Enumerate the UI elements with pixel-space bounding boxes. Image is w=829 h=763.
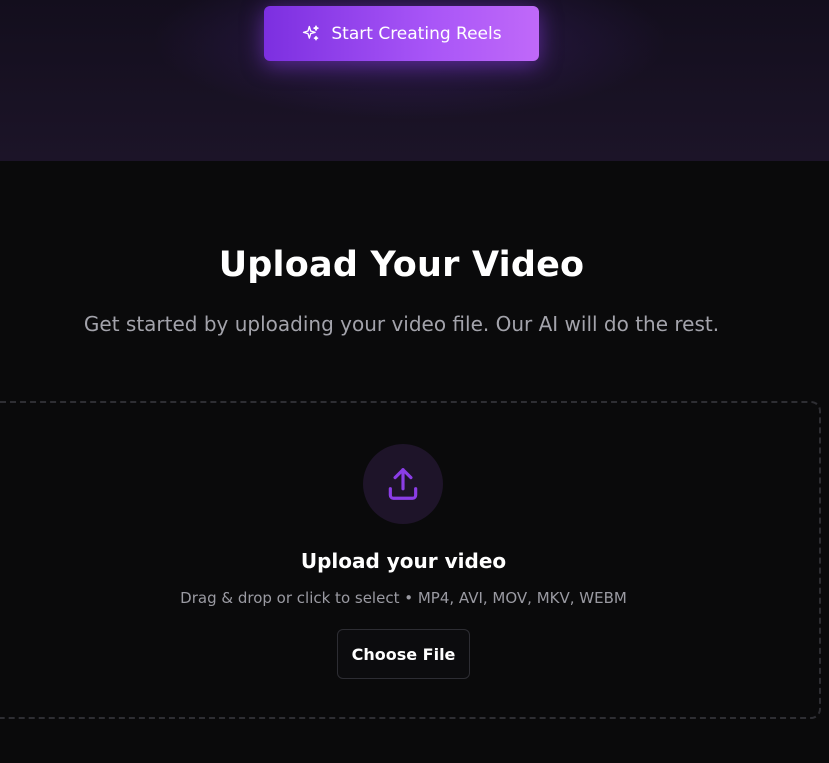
dropzone-hint: Drag & drop or click to select • MP4, AV…	[180, 589, 627, 607]
upload-section: Upload Your Video Get started by uploadi…	[0, 161, 829, 763]
sparkles-icon	[303, 24, 320, 40]
dropzone-title: Upload your video	[300, 549, 507, 573]
upload-dropzone[interactable]: Upload your video Drag & drop or click t…	[0, 401, 821, 719]
start-creating-reels-button[interactable]: Start Creating Reels	[264, 6, 539, 61]
upload-icon	[388, 468, 418, 500]
section-subtitle: Get started by uploading your video file…	[83, 312, 720, 336]
choose-file-button[interactable]: Choose File	[337, 629, 470, 679]
hero-section: Start Creating Reels	[0, 0, 829, 161]
section-title: Upload Your Video	[218, 245, 585, 285]
upload-icon-circle	[363, 444, 443, 524]
cta-label: Start Creating Reels	[331, 23, 502, 44]
